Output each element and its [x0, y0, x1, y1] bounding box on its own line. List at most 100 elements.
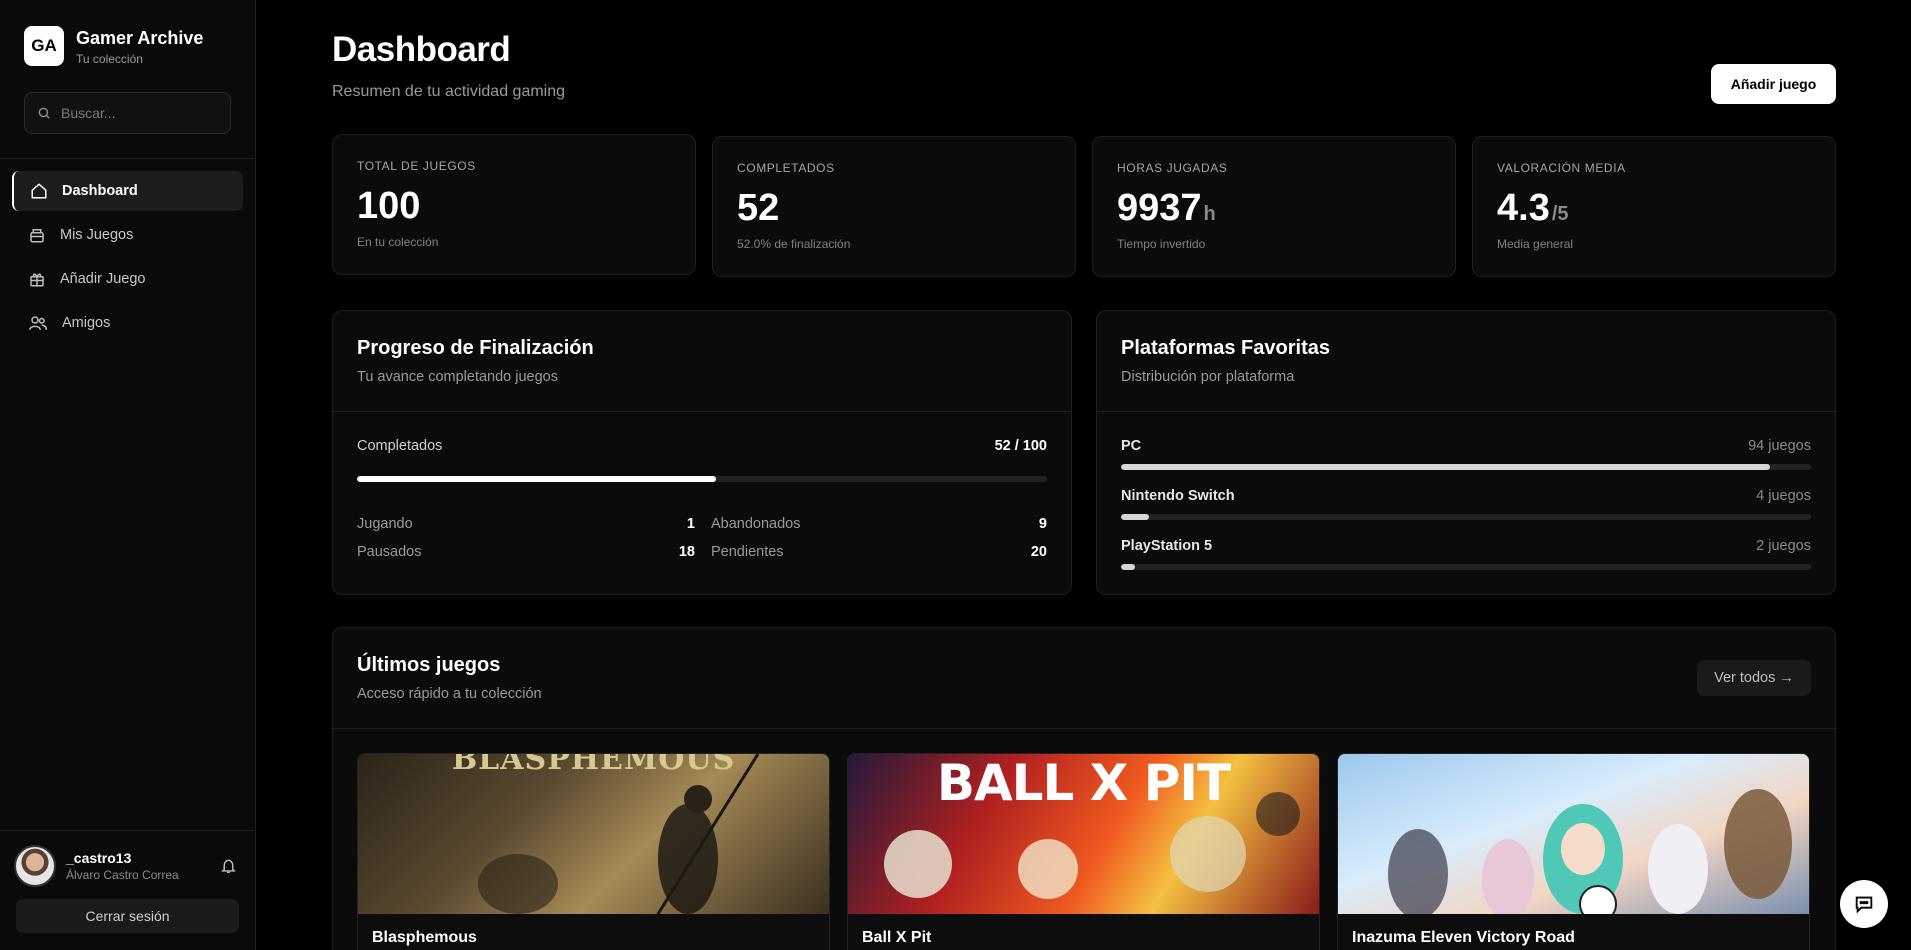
stat-sub: En tu colección — [357, 235, 439, 249]
games-icon — [30, 229, 44, 243]
search-input[interactable] — [61, 105, 211, 121]
status-label-jugando: Jugando — [357, 516, 413, 532]
view-all-button[interactable]: Ver todos → — [1697, 660, 1811, 696]
stat-number: 100 — [357, 185, 421, 227]
platform-count: 94 juegos — [1748, 438, 1811, 454]
sidebar-bottom-divider — [0, 830, 256, 831]
latest-games-panel: Últimos juegos Acceso rápido a tu colecc… — [332, 627, 1836, 950]
status-label-pausados: Pausados — [357, 544, 422, 560]
stat-label: HORAS JUGADAS — [1117, 161, 1228, 175]
completed-label: Completados — [357, 438, 443, 454]
stat-value: 4.3/5 — [1497, 187, 1569, 230]
platform-bar-fill — [1121, 464, 1770, 470]
game-cover: BLASPHEMOUS — [358, 754, 829, 914]
platform-bar-fill — [1121, 564, 1135, 570]
sidebar-item-label: Amigos — [62, 315, 111, 331]
stat-sub: Tiempo invertido — [1117, 237, 1206, 251]
brand-title: Gamer Archive — [76, 27, 204, 48]
chat-icon — [1855, 896, 1873, 914]
stat-value: 52 — [737, 187, 781, 230]
game-cover — [1338, 754, 1809, 914]
sidebar-item-mis-juegos[interactable]: Mis Juegos — [12, 215, 243, 255]
panel-subtitle: Tu avance completando juegos — [357, 369, 558, 385]
stat-card-hours: HORAS JUGADAS 9937 h Tiempo invertido — [1092, 136, 1456, 277]
stat-card-completed: COMPLETADOS 52 52.0% de finalización — [712, 136, 1076, 277]
completion-progress-fill — [357, 476, 716, 482]
sidebar-divider — [0, 158, 256, 159]
brand-subtitle: Tu colección — [76, 51, 143, 66]
panel-divider — [333, 411, 1071, 412]
brand[interactable]: GA Gamer Archive Tu colección — [24, 26, 203, 66]
stat-unit: h — [1203, 203, 1216, 225]
search-box[interactable] — [24, 92, 231, 134]
sidebar-item-amigos[interactable]: Amigos — [12, 303, 243, 343]
chat-button[interactable] — [1840, 880, 1888, 928]
stat-label: COMPLETADOS — [737, 161, 835, 175]
completed-value: 52 / 100 — [994, 438, 1047, 454]
bell-icon — [221, 859, 236, 874]
logout-button[interactable]: Cerrar sesión — [16, 899, 239, 933]
page-title: Dashboard — [332, 30, 511, 69]
stat-number: 52 — [737, 187, 780, 229]
platform-name: PlayStation 5 — [1121, 538, 1213, 554]
stat-value: 100 — [357, 185, 422, 228]
panel-subtitle: Distribución por plataforma — [1121, 369, 1295, 385]
add-game-button[interactable]: Añadir juego — [1711, 64, 1836, 104]
panel-title: Plataformas Favoritas — [1121, 337, 1330, 359]
notifications-button[interactable] — [220, 857, 237, 880]
platform-bar — [1121, 564, 1811, 570]
status-value-abandonados: 9 — [1038, 516, 1047, 532]
home-icon — [31, 183, 47, 199]
stat-number: 9937 — [1117, 187, 1202, 229]
avatar — [14, 845, 56, 887]
stat-unit: /5 — [1551, 203, 1569, 225]
game-card[interactable]: Inazuma Eleven Victory Road — [1337, 753, 1810, 950]
knight-figure — [478, 754, 760, 914]
platform-name: Nintendo Switch — [1121, 488, 1235, 504]
panel-divider — [333, 728, 1835, 729]
status-label-pendientes: Pendientes — [711, 544, 784, 560]
user-username: _castro13 — [66, 850, 132, 866]
platform-bar — [1121, 514, 1811, 520]
sidebar-item-label: Mis Juegos — [60, 227, 134, 243]
status-value-pendientes: 20 — [1030, 544, 1047, 560]
panel-title: Últimos juegos — [357, 654, 501, 676]
platform-name: PC — [1121, 438, 1142, 454]
sidebar-item-label: Dashboard — [62, 183, 138, 199]
anime-characters — [1388, 789, 1792, 914]
page-subtitle: Resumen de tu actividad gaming — [332, 83, 566, 100]
users-icon — [29, 316, 47, 330]
panel-subtitle: Acceso rápido a tu colección — [357, 686, 542, 702]
stat-card-total: TOTAL DE JUEGOS 100 En tu colección — [332, 134, 696, 275]
platforms-panel: Plataformas Favoritas Distribución por p… — [1096, 310, 1836, 595]
stat-sub: Media general — [1497, 237, 1574, 251]
skeleton-characters — [884, 792, 1300, 899]
panel-title: Progreso de Finalización — [357, 337, 594, 359]
gift-icon — [30, 273, 44, 287]
game-title: Ball X Pit — [862, 929, 932, 946]
game-card[interactable]: BLASPHEMOUS Blasphemous — [357, 753, 830, 950]
progress-panel: Progreso de Finalización Tu avance compl… — [332, 310, 1072, 595]
game-cover: BALL X PIT — [848, 754, 1319, 914]
status-value-pausados: 18 — [678, 544, 695, 560]
platform-bar-fill — [1121, 514, 1149, 520]
status-label-abandonados: Abandonados — [711, 516, 801, 532]
platform-count: 2 juegos — [1756, 538, 1811, 554]
sidebar: GA Gamer Archive Tu colección Dashboard … — [0, 0, 256, 950]
status-value-jugando: 1 — [686, 516, 695, 532]
user-fullname: Álvaro Castro Correa — [66, 868, 179, 882]
brand-logo: GA — [24, 26, 64, 66]
user-profile[interactable]: _castro13 Álvaro Castro Correa — [14, 845, 179, 887]
stat-label: VALORACIÓN MEDIA — [1497, 161, 1626, 175]
sidebar-item-dashboard[interactable]: Dashboard — [12, 171, 243, 211]
game-title: Blasphemous — [372, 929, 477, 946]
stat-value: 9937 h — [1117, 187, 1216, 230]
panel-divider — [1097, 411, 1835, 412]
game-card[interactable]: BALL X PIT Ball X Pit — [847, 753, 1320, 950]
platform-bar — [1121, 464, 1811, 470]
stat-label: TOTAL DE JUEGOS — [357, 159, 476, 173]
sidebar-nav: Dashboard Mis Juegos Añadir Juego Amigos — [12, 171, 243, 347]
stat-sub: 52.0% de finalización — [737, 237, 851, 251]
completion-progress-bar — [357, 476, 1047, 482]
sidebar-item-anadir-juego[interactable]: Añadir Juego — [12, 259, 243, 299]
